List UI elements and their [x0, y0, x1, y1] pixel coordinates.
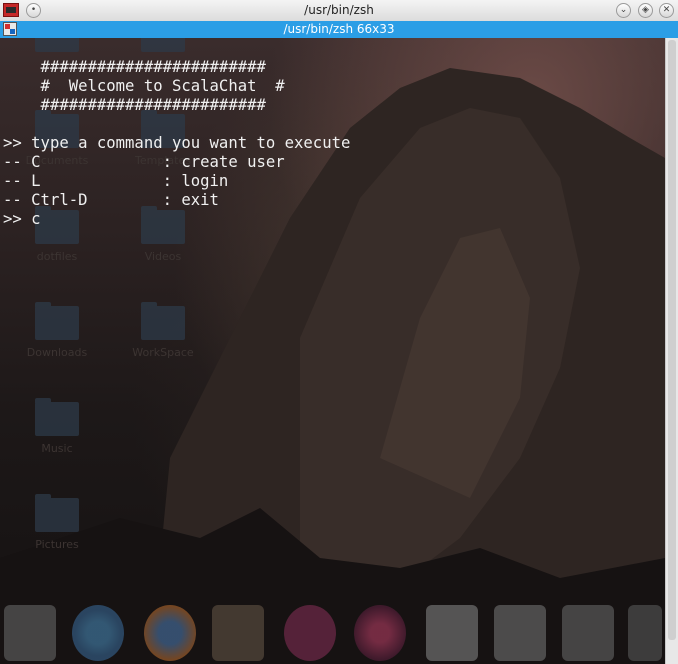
music-player-icon [284, 605, 336, 661]
desktop-dock [0, 599, 665, 664]
tools-icon [628, 605, 662, 661]
menu-option-exit: -- Ctrl-D : exit [3, 191, 219, 209]
desktop-folder-music: Music [12, 398, 102, 455]
chrome-icon [72, 605, 124, 661]
document-icon [426, 605, 478, 661]
menu-option-create-user: -- C : create user [3, 153, 285, 171]
window-title: /usr/bin/zsh [304, 3, 374, 17]
file-manager-icon [4, 605, 56, 661]
window-titlebar: • /usr/bin/zsh ⌄ ◈ ✕ [0, 0, 678, 22]
desktop-folder-top-right [118, 38, 208, 52]
scrollbar-thumb[interactable] [668, 40, 676, 640]
editor-icon [494, 605, 546, 661]
firefox-icon [144, 605, 196, 661]
banner-bottom: ######################## [3, 96, 266, 114]
desktop-folder-downloads: Downloads [12, 302, 102, 359]
menu-option-login: -- L : login [3, 172, 229, 190]
prompt-instruction: >> type a command you want to execute [3, 134, 351, 152]
eye-icon [354, 605, 406, 661]
terminal-scrollbar[interactable] [665, 38, 678, 664]
minimize-button[interactable]: ⌄ [616, 3, 631, 18]
desktop-folder-pictures: Pictures [12, 494, 102, 551]
banner-top: ######################## [3, 58, 266, 76]
banner-welcome: # Welcome to ScalaChat # [3, 77, 285, 95]
user-input-line[interactable]: >> c [3, 210, 350, 229]
map-icon [212, 605, 264, 661]
desktop-folder-top-left [12, 38, 102, 52]
terminal-tab-bar: /usr/bin/zsh 66x33 [0, 21, 678, 38]
terminal-viewport[interactable]: Documents Templates dotfiles Videos Down… [0, 38, 665, 664]
maximize-button[interactable]: ◈ [638, 3, 653, 18]
desktop-folder-workspace: WorkSpace [118, 302, 208, 359]
tab-title[interactable]: /usr/bin/zsh 66x33 [0, 22, 678, 36]
screen-icon [562, 605, 614, 661]
close-button[interactable]: ✕ [659, 3, 674, 18]
terminal-output: ######################## # Welcome to Sc… [3, 58, 350, 229]
